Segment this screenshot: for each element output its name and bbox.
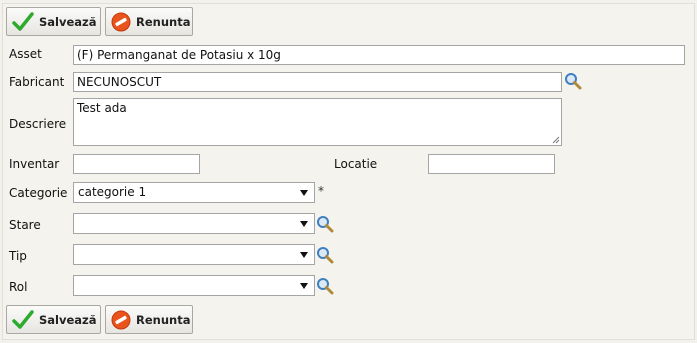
check-icon	[12, 309, 34, 329]
chevron-down-icon	[300, 283, 308, 289]
save-button-label: Salvează	[39, 312, 97, 327]
cancel-button-top[interactable]: Renunta	[105, 7, 193, 36]
categorie-select[interactable]: categorie 1	[73, 182, 315, 203]
resize-grip-icon[interactable]	[552, 136, 560, 144]
categorie-selected-value: categorie 1	[78, 185, 147, 199]
tip-label: Tip	[9, 249, 27, 263]
asset-label: Asset	[9, 47, 42, 61]
cancel-button-bottom[interactable]: Renunta	[105, 305, 193, 334]
check-icon	[12, 11, 34, 31]
chevron-down-icon	[300, 252, 308, 258]
fabricant-magnifier-icon[interactable]	[564, 72, 582, 90]
cancel-button-label: Renunta	[136, 312, 191, 327]
locatie-label: Locatie	[334, 157, 378, 171]
inventar-label: Inventar	[9, 157, 60, 171]
rol-magnifier-icon[interactable]	[316, 277, 334, 295]
fabricant-label: Fabricant	[9, 75, 65, 89]
save-button-label: Salvează	[39, 14, 97, 29]
chevron-down-icon	[300, 221, 308, 227]
no-entry-icon	[111, 12, 131, 31]
no-entry-icon	[111, 310, 131, 329]
descriere-text: Test ada	[77, 101, 127, 115]
stare-label: Stare	[9, 218, 41, 232]
descriere-textarea[interactable]: Test ada	[73, 98, 562, 146]
inventar-input[interactable]	[73, 154, 200, 174]
save-button-top[interactable]: Salvează	[6, 7, 101, 36]
stare-magnifier-icon[interactable]	[316, 215, 334, 233]
rol-label: Rol	[9, 280, 28, 294]
asset-input[interactable]: (F) Permanganat de Potasiu x 10g	[73, 45, 685, 65]
chevron-down-icon	[300, 190, 308, 196]
categorie-label: Categorie	[9, 186, 68, 200]
required-mark: *	[318, 184, 324, 198]
tip-select[interactable]	[73, 244, 315, 265]
save-button-bottom[interactable]: Salvează	[6, 305, 101, 334]
descriere-label: Descriere	[9, 117, 67, 131]
tip-magnifier-icon[interactable]	[316, 246, 334, 264]
rol-select[interactable]	[73, 275, 315, 296]
locatie-input[interactable]	[428, 154, 555, 174]
stare-select[interactable]	[73, 213, 315, 234]
cancel-button-label: Renunta	[136, 14, 191, 29]
fabricant-input[interactable]: NECUNOSCUT	[73, 72, 562, 92]
